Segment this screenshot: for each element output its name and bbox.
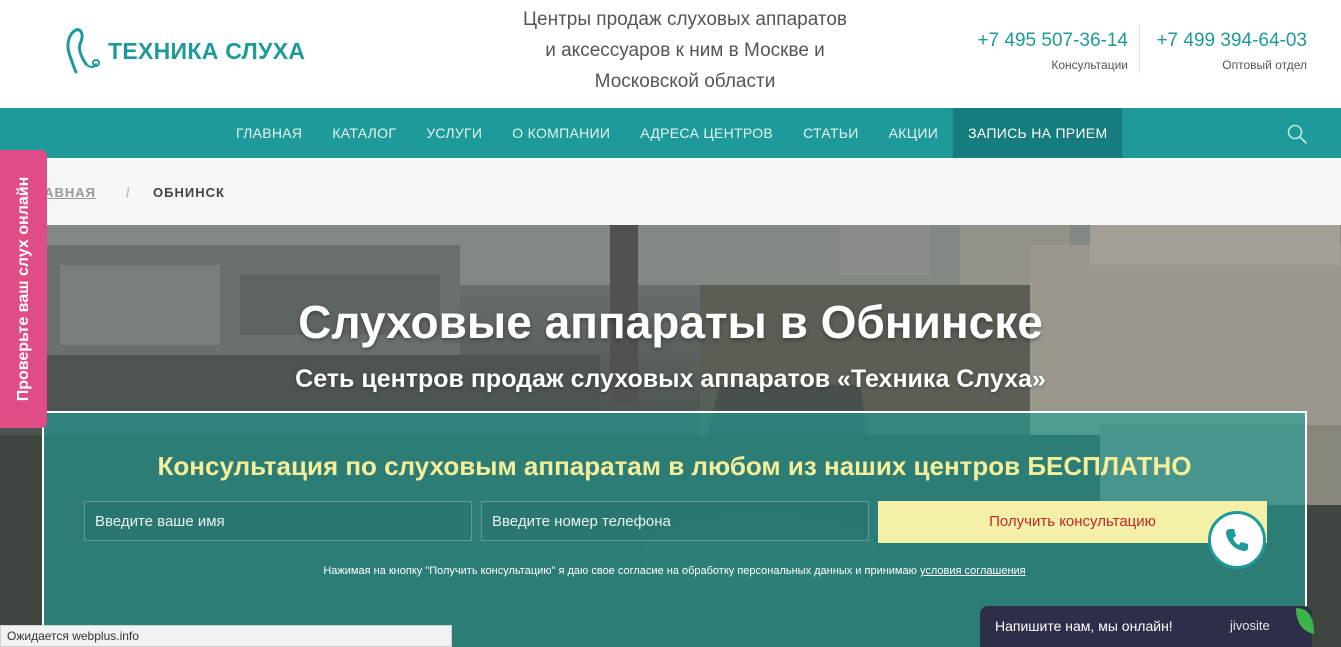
browser-status-bar: Ожидается webplus.info (0, 625, 452, 647)
consent-label: Нажимая на кнопку "Получить консультацию… (323, 565, 917, 577)
tagline: Центры продаж слуховых аппаратов и аксес… (490, 4, 880, 97)
phone-divider (1139, 24, 1140, 74)
site-header: ТЕХНИКА СЛУХА Центры продаж слуховых апп… (0, 0, 1341, 108)
phone-caption: Оптовый отдел (1222, 58, 1307, 72)
phone-caption: Консультации (1051, 58, 1128, 72)
tagline-line: Московской области (594, 71, 776, 92)
phone-number-link[interactable]: +7 495 507-36-14 (977, 30, 1128, 52)
callback-button[interactable] (1208, 511, 1266, 569)
leaf-icon (1296, 608, 1314, 634)
hearing-test-label: Проверьте ваш слух онлайн (14, 176, 32, 402)
hearing-aid-icon (66, 28, 100, 74)
page-title: Слуховые аппараты в Обнинске (298, 296, 1043, 348)
form-title: Консультация по слуховым аппаратам в люб… (157, 451, 1192, 481)
nav-item-catalog[interactable]: КАТАЛОГ (317, 108, 411, 158)
nav-item-home[interactable]: ГЛАВНАЯ (221, 108, 317, 158)
tagline-line: и аксессуаров к ним в Москве и (545, 40, 825, 61)
jivosite-logo: jivosite (1230, 618, 1270, 633)
nav-item-addresses[interactable]: АДРЕСА ЦЕНТРОВ (625, 108, 788, 158)
phone-number-link[interactable]: +7 499 394-64-03 (1156, 30, 1307, 52)
phone-input[interactable]: Введите номер телефона (481, 501, 869, 541)
logo-text: ТЕХНИКА СЛУХА (108, 37, 306, 64)
breadcrumb-current: ОБНИНСК (153, 185, 225, 200)
phone-wholesale: +7 499 394-64-03 Оптовый отдел (1156, 30, 1307, 72)
hero-banner: Слуховые аппараты в Обнинске Сеть центро… (0, 225, 1341, 647)
nav-item-about[interactable]: О КОМПАНИИ (497, 108, 625, 158)
agreement-terms-link[interactable]: условия соглашения (920, 565, 1026, 577)
nav-item-appointment[interactable]: ЗАПИСЬ НА ПРИЕМ (953, 108, 1123, 158)
nav-item-articles[interactable]: СТАТЬИ (788, 108, 874, 158)
breadcrumb-separator: / (126, 185, 131, 200)
nav-item-services[interactable]: УСЛУГИ (411, 108, 497, 158)
phone-icon (1226, 529, 1248, 551)
breadcrumb: ЛАВНАЯ / ОБНИНСК (0, 158, 1341, 225)
hearing-test-tab[interactable]: Проверьте ваш слух онлайн (0, 150, 47, 428)
nav-item-promotions[interactable]: АКЦИИ (874, 108, 953, 158)
logo[interactable]: ТЕХНИКА СЛУХА (62, 26, 305, 76)
name-input[interactable]: Введите ваше имя (84, 501, 472, 541)
chat-message: Напишите нам, мы онлайн! (995, 618, 1173, 634)
phone-consultations: +7 495 507-36-14 Консультации (977, 30, 1128, 72)
consent-text: Нажимая на кнопку "Получить консультацию… (44, 565, 1305, 577)
nav-list: ГЛАВНАЯ КАТАЛОГ УСЛУГИ О КОМПАНИИ АДРЕСА… (221, 108, 1123, 158)
chat-widget[interactable]: Напишите нам, мы онлайн! jivosite (980, 606, 1312, 647)
search-icon[interactable] (1287, 124, 1307, 144)
main-nav: ГЛАВНАЯ КАТАЛОГ УСЛУГИ О КОМПАНИИ АДРЕСА… (0, 108, 1341, 158)
tagline-line: Центры продаж слуховых аппаратов (522, 9, 847, 30)
page-subtitle: Сеть центров продаж слуховых аппаратов «… (295, 365, 1046, 393)
